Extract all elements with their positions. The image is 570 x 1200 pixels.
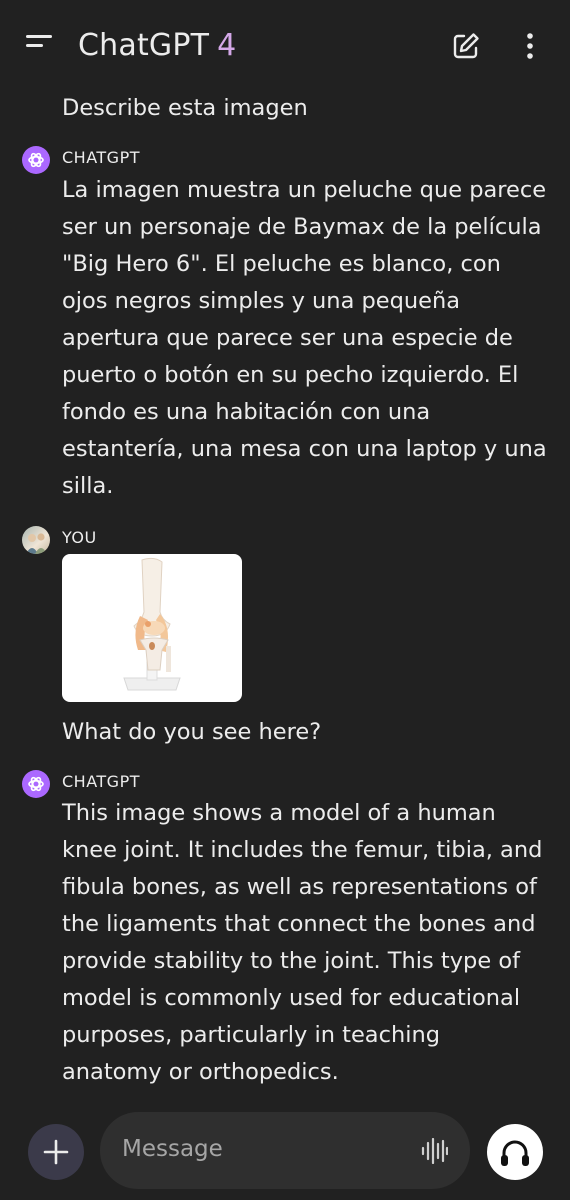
sender-name: CHATGPT [62,772,140,791]
message-line: model is commonly used for educational [62,985,521,1011]
message-line: estantería, una mesa con una laptop y un… [62,436,547,462]
assistant-message: This image shows a model of a human knee… [62,795,552,1091]
plus-icon [43,1139,69,1165]
menu-icon[interactable] [26,35,54,55]
headphones-icon [501,1140,529,1166]
openai-logo-icon [22,770,50,798]
message-input[interactable]: Message [100,1112,470,1189]
message-line: fondo es una habitación con una [62,399,431,425]
avatar [22,526,50,554]
app-name: ChatGPT [78,28,210,63]
openai-logo-icon [22,146,50,174]
attach-button[interactable] [28,1124,84,1180]
message-line: knee joint. It includes the femur, tibia… [62,837,543,863]
message-line: apertura que parece ser una especie de [62,325,513,351]
waveform-icon[interactable] [420,1137,449,1165]
knee-joint-model-image[interactable] [62,554,242,702]
assistant-message: La imagen muestra un peluche que parece … [62,172,552,505]
page-title[interactable]: ChatGPT 4 [78,26,236,66]
message-line: ojos negros simples y una pequeña [62,288,461,314]
sender-name: YOU [62,528,97,547]
top-bar: ChatGPT 4 [0,0,570,92]
message-line: the ligaments that connect the bones and [62,911,536,937]
message-composer: Message [0,1100,570,1200]
model-version: 4 [217,28,237,63]
message-line: silla. [62,473,114,499]
message-placeholder: Message [122,1136,223,1162]
message-line: fibula bones, as well as representations… [62,874,537,900]
message-line: puerto o botón en su pecho izquierdo. El [62,362,519,388]
message-line: This image shows a model of a human [62,800,496,826]
sender-name: CHATGPT [62,148,140,167]
message-line: "Big Hero 6". El peluche es blanco, con [62,251,501,277]
message-line: ser un personaje de Baymax de la películ… [62,214,542,240]
message-line: purposes, particularly in teaching [62,1022,441,1048]
message-line: anatomy or orthopedics. [62,1059,339,1085]
user-message-text: What do you see here? [62,719,322,745]
message-line: La imagen muestra un peluche que parece [62,177,547,203]
voice-mode-button[interactable] [487,1124,543,1180]
user-message-text: Describe esta imagen [62,95,308,121]
message-line: provide stability to the joint. This typ… [62,948,521,974]
more-vertical-icon[interactable] [518,30,542,62]
edit-icon[interactable] [450,30,482,62]
